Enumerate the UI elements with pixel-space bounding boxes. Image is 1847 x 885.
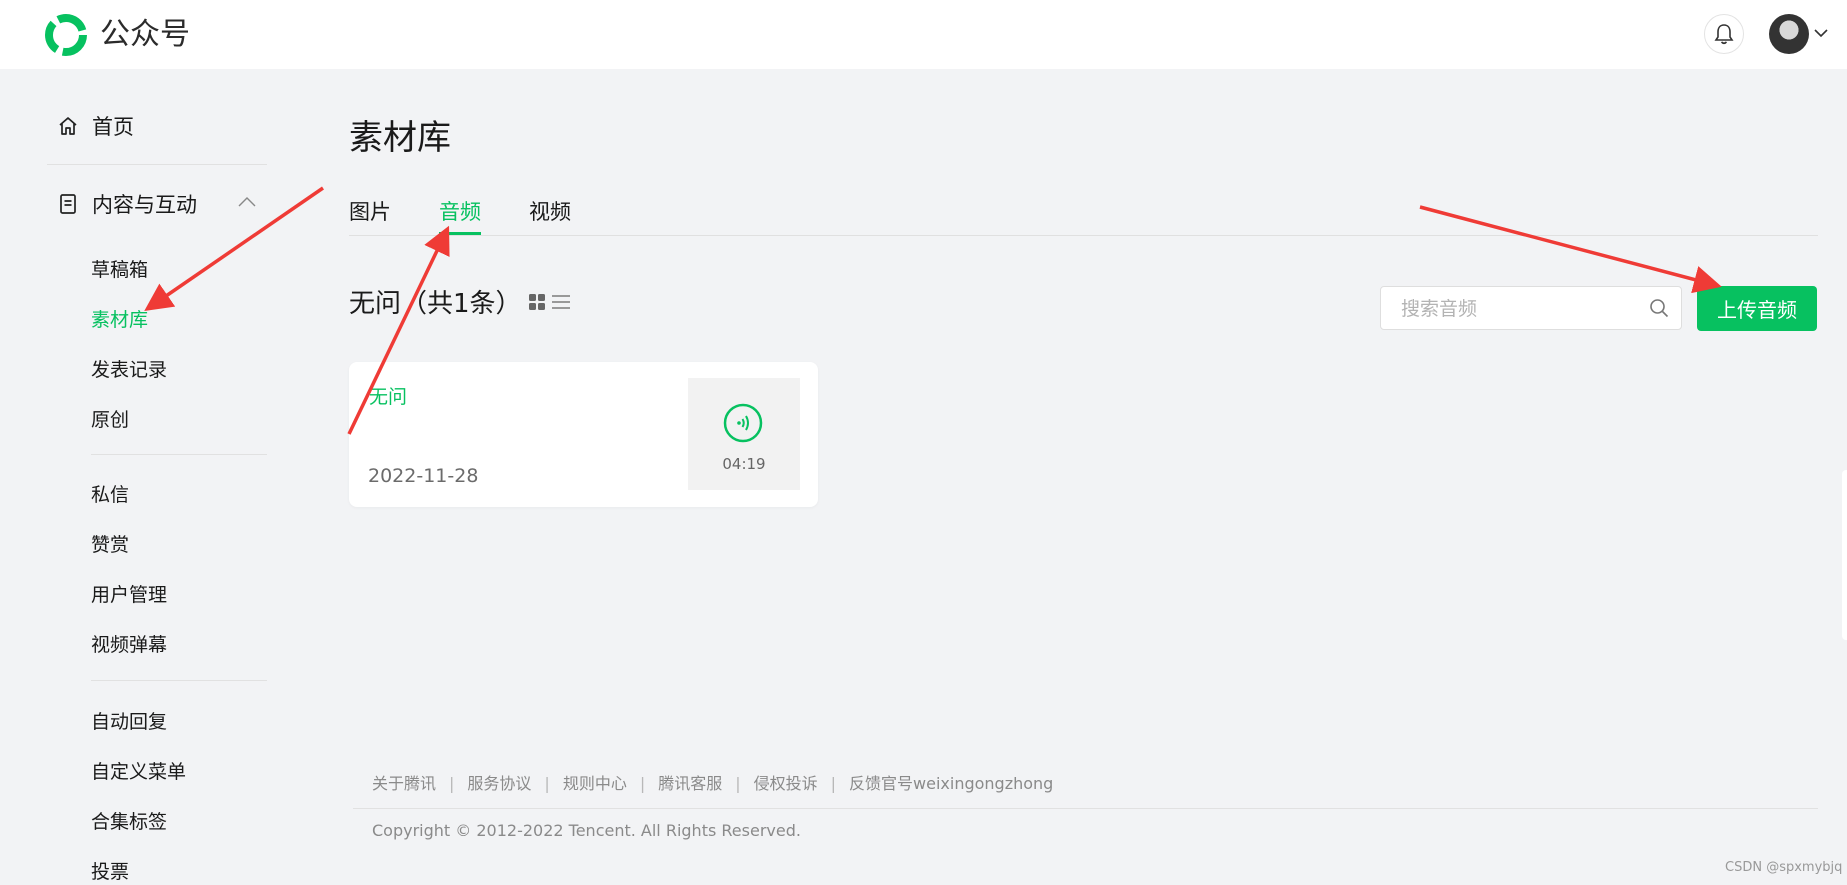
home-icon bbox=[59, 117, 77, 135]
tab-video[interactable]: 视频 bbox=[529, 196, 571, 228]
sidebar-item-original[interactable]: 原创 bbox=[91, 405, 129, 432]
sidebar-item-video-danmaku[interactable]: 视频弹幕 bbox=[91, 630, 167, 657]
audio-card[interactable]: 无问 2022-11-28 04:19 bbox=[349, 362, 818, 507]
watermark: CSDN @spxmybjq bbox=[1725, 860, 1843, 875]
chevron-up-icon[interactable] bbox=[238, 197, 256, 207]
copyright: Copyright © 2012-2022 Tencent. All Right… bbox=[372, 821, 801, 840]
sidebar-item-drafts[interactable]: 草稿箱 bbox=[91, 255, 148, 282]
footer-link-service-agreement[interactable]: 服务协议 bbox=[467, 774, 531, 793]
audio-date: 2022-11-28 bbox=[368, 465, 479, 487]
footer-link-feedback[interactable]: 反馈官号weixingongzhong bbox=[849, 774, 1053, 793]
footer-separator: | bbox=[449, 774, 455, 793]
list-view-icon[interactable] bbox=[552, 294, 570, 310]
footer-separator: | bbox=[544, 774, 550, 793]
sidebar-section-content[interactable]: 内容与互动 bbox=[58, 189, 197, 219]
search-box bbox=[1380, 286, 1682, 331]
tab-images[interactable]: 图片 bbox=[349, 196, 391, 228]
footer-link-customer-service[interactable]: 腾讯客服 bbox=[658, 774, 722, 793]
sidebar-item-custom-menu[interactable]: 自定义菜单 bbox=[91, 757, 186, 784]
page-title: 素材库 bbox=[349, 118, 451, 158]
sidebar-item-rewards[interactable]: 赞赏 bbox=[91, 530, 129, 557]
tab-bar: 图片 音频 视频 bbox=[349, 196, 1818, 236]
group-title: 无问（共1条） bbox=[349, 286, 522, 322]
sidebar-section-label: 内容与互动 bbox=[92, 193, 197, 217]
group-name: 无问 bbox=[349, 289, 402, 319]
search-icon[interactable] bbox=[1649, 298, 1669, 318]
footer-separator: | bbox=[639, 774, 646, 793]
sidebar-item-collection-tags[interactable]: 合集标签 bbox=[91, 807, 167, 834]
footer-links: 关于腾讯 | 服务协议 | 规则中心 | 腾讯客服 | 侵权投诉 | 反馈官号weixingongz… bbox=[372, 770, 1053, 794]
grid-view-icon[interactable] bbox=[529, 294, 545, 310]
notifications-button[interactable] bbox=[1704, 14, 1744, 54]
footer-divider bbox=[353, 808, 1818, 809]
sidebar-item-user-management[interactable]: 用户管理 bbox=[91, 580, 167, 607]
sidebar-divider bbox=[47, 164, 267, 165]
tab-audio[interactable]: 音频 bbox=[439, 196, 481, 235]
sidebar-item-auto-reply[interactable]: 自动回复 bbox=[91, 707, 167, 734]
sidebar-divider bbox=[91, 454, 267, 455]
sidebar-item-label: 首页 bbox=[92, 115, 134, 139]
document-icon bbox=[60, 194, 76, 214]
bell-icon bbox=[1714, 24, 1734, 45]
footer-link-rules-center[interactable]: 规则中心 bbox=[563, 774, 627, 793]
brand-title[interactable]: 公众号 bbox=[100, 13, 190, 57]
top-bar: 公众号 bbox=[0, 0, 1847, 69]
sidebar-item-home[interactable]: 首页 bbox=[58, 111, 134, 141]
audio-wave-icon bbox=[723, 403, 763, 443]
audio-duration: 04:19 bbox=[722, 455, 766, 473]
upload-audio-button[interactable]: 上传音频 bbox=[1697, 286, 1817, 331]
sidebar: 首页 内容与互动 草稿箱 素材库 发表记录 原创 私信 赞赏 用户管理 视频弹幕… bbox=[0, 69, 300, 885]
footer-link-about[interactable]: 关于腾讯 bbox=[372, 774, 436, 793]
sidebar-item-material-library[interactable]: 素材库 bbox=[91, 305, 148, 332]
chevron-down-icon[interactable] bbox=[1814, 28, 1828, 38]
sidebar-divider bbox=[91, 680, 267, 681]
avatar[interactable] bbox=[1769, 14, 1809, 54]
sidebar-item-vote[interactable]: 投票 bbox=[91, 857, 129, 884]
footer-separator: | bbox=[830, 774, 837, 793]
audio-thumbnail[interactable]: 04:19 bbox=[688, 378, 800, 490]
audio-title[interactable]: 无问 bbox=[369, 382, 407, 409]
footer-link-infringement-complaint[interactable]: 侵权投诉 bbox=[754, 774, 818, 793]
search-input[interactable] bbox=[1399, 287, 1643, 331]
sidebar-item-messages[interactable]: 私信 bbox=[91, 480, 129, 507]
sidebar-item-publish-records[interactable]: 发表记录 bbox=[91, 355, 167, 382]
footer-separator: | bbox=[735, 774, 741, 793]
wechat-mp-logo-icon[interactable] bbox=[44, 13, 88, 57]
group-count: （共1条） bbox=[401, 289, 522, 319]
side-panel-handle[interactable] bbox=[1842, 470, 1847, 640]
